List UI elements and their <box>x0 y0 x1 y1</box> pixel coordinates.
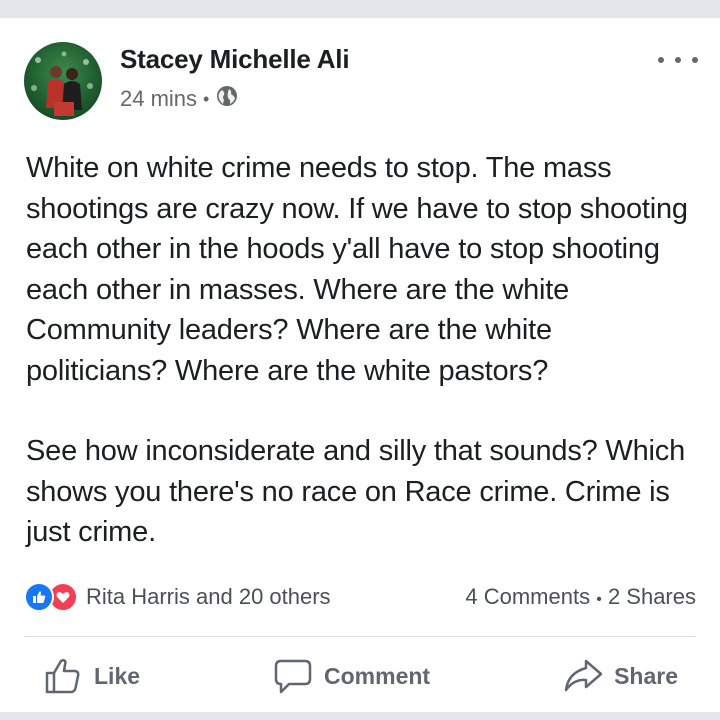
more-options-button[interactable] <box>658 48 698 72</box>
comments-count[interactable]: 4 Comments <box>465 584 590 609</box>
like-button[interactable]: Like <box>24 650 158 702</box>
stats-separator: • <box>596 591 602 608</box>
action-bar: Like Comment Share <box>24 648 696 704</box>
shares-count[interactable]: 2 Shares <box>608 584 696 609</box>
post-card: Stacey Michelle Ali 24 mins • White on w… <box>0 18 720 720</box>
post-body: White on white crime needs to stop. The … <box>26 148 698 553</box>
like-label: Like <box>94 662 141 689</box>
like-reaction-icon <box>24 582 54 612</box>
comment-button[interactable]: Comment <box>254 650 448 702</box>
avatar-photo <box>31 51 93 116</box>
share-label: Share <box>614 662 678 689</box>
comment-icon <box>274 659 312 694</box>
author-name[interactable]: Stacey Michelle Ali <box>120 44 350 75</box>
reactions-summary[interactable]: Rita Harris and 20 others <box>24 582 331 612</box>
post-meta: 24 mins • <box>120 84 239 114</box>
share-button[interactable]: Share <box>544 650 696 702</box>
engagement-counts: 4 Comments • 2 Shares <box>465 584 696 610</box>
dot <box>675 57 681 63</box>
dot <box>692 57 698 63</box>
divider <box>24 636 696 637</box>
meta-separator: • <box>203 88 210 109</box>
post-paragraph: White on white crime needs to stop. The … <box>26 152 688 387</box>
post-stats: Rita Harris and 20 others 4 Comments • 2… <box>24 580 696 614</box>
bottom-separator <box>0 712 720 720</box>
post-paragraph: See how inconsiderate and silly that sou… <box>26 435 685 548</box>
avatar[interactable] <box>24 42 102 120</box>
reactions-label: Rita Harris and 20 others <box>86 584 331 609</box>
thumbs-up-icon <box>45 658 80 694</box>
share-arrow-icon <box>564 659 603 692</box>
comment-label: Comment <box>324 662 431 689</box>
top-separator <box>0 0 720 18</box>
dot <box>658 57 664 63</box>
post-timestamp[interactable]: 24 mins <box>120 86 197 112</box>
globe-icon[interactable] <box>215 84 239 114</box>
